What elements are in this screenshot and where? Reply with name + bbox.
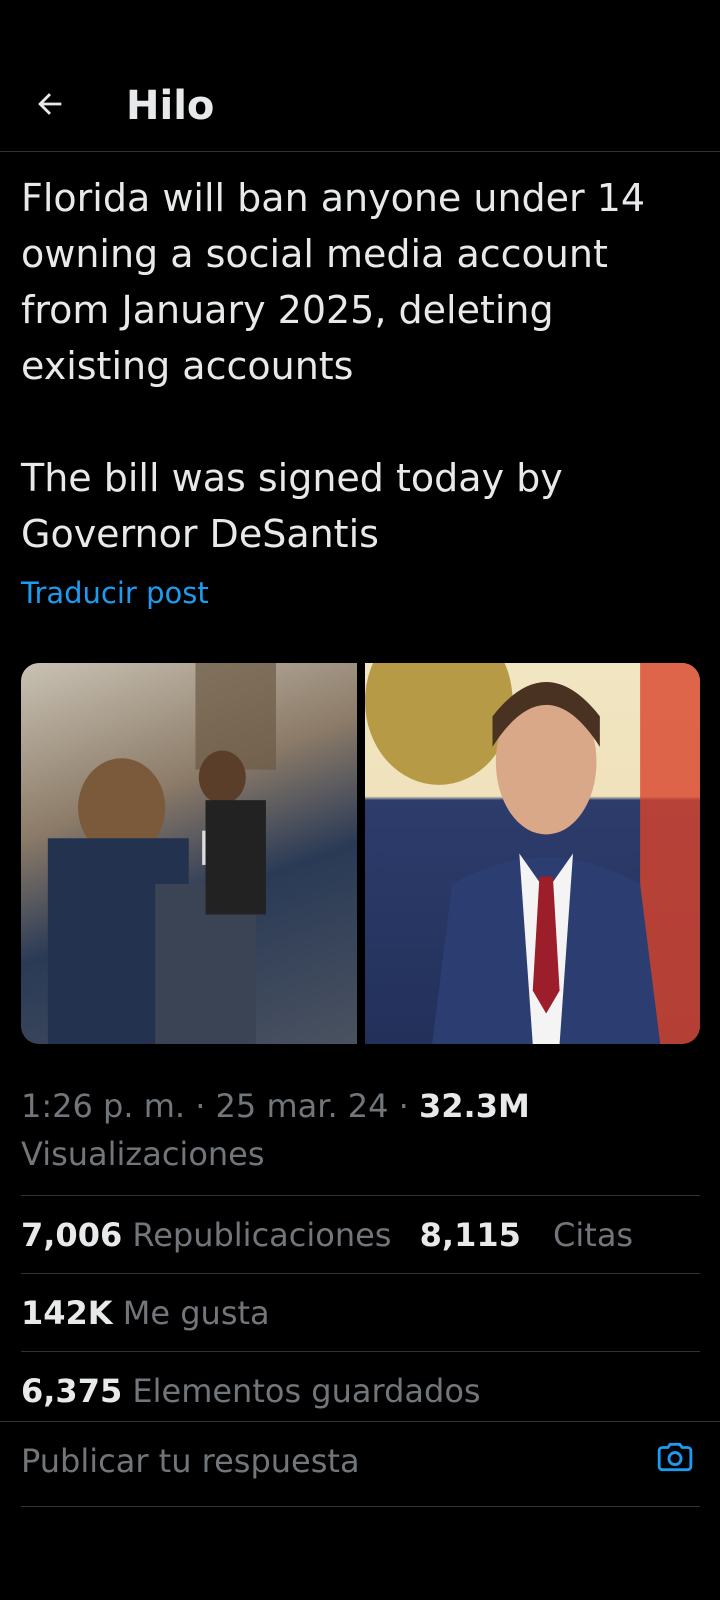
post-media[interactable]	[21, 663, 700, 1044]
bookmarks-count: 6,375	[21, 1372, 123, 1410]
translate-post-link[interactable]: Traducir post	[21, 576, 209, 610]
post-time: 1:26 p. m.	[21, 1087, 186, 1125]
bookmarks-stat[interactable]: 6,375 Elementos guardados	[21, 1351, 700, 1430]
post-text: Florida will ban anyone under 14 owning …	[21, 176, 646, 556]
arrow-left-icon	[38, 93, 62, 115]
reply-divider	[21, 1506, 700, 1507]
reposts-label: Republicaciones	[132, 1216, 392, 1254]
quotes-count: 8,115	[419, 1216, 521, 1254]
bookmarks-label: Elementos guardados	[132, 1372, 481, 1410]
quotes-stat[interactable]: 8,115 Citas	[420, 1216, 633, 1254]
top-bar: Hilo	[0, 0, 720, 152]
camera-button[interactable]	[656, 1438, 704, 1486]
reposts-count: 7,006	[21, 1216, 123, 1254]
page-title: Hilo	[126, 83, 215, 129]
quotes-label: Citas	[553, 1216, 634, 1254]
media-image-teen-phone[interactable]	[21, 663, 357, 1044]
media-image-governor-portrait[interactable]	[364, 663, 700, 1044]
likes-stat[interactable]: 142K Me gusta	[21, 1273, 700, 1352]
reply-input[interactable]: Publicar tu respuesta	[21, 1442, 360, 1480]
back-button[interactable]	[26, 80, 74, 128]
reposts-stat[interactable]: 7,006 Republicaciones	[21, 1216, 402, 1254]
reply-bar: Publicar tu respuesta	[0, 1421, 720, 1507]
likes-label: Me gusta	[122, 1294, 270, 1332]
post-date: 25 mar. 24	[215, 1087, 389, 1125]
post-meta: 1:26 p. m. · 25 mar. 24 · 32.3M Visualiz…	[21, 1087, 530, 1173]
views-label: Visualizaciones	[21, 1135, 265, 1173]
stats-reposts-quotes-row: 7,006 Republicaciones 8,115 Citas	[21, 1195, 700, 1274]
camera-icon	[657, 1442, 693, 1472]
likes-count: 142K	[21, 1294, 113, 1332]
views-count: 32.3M	[419, 1087, 530, 1125]
